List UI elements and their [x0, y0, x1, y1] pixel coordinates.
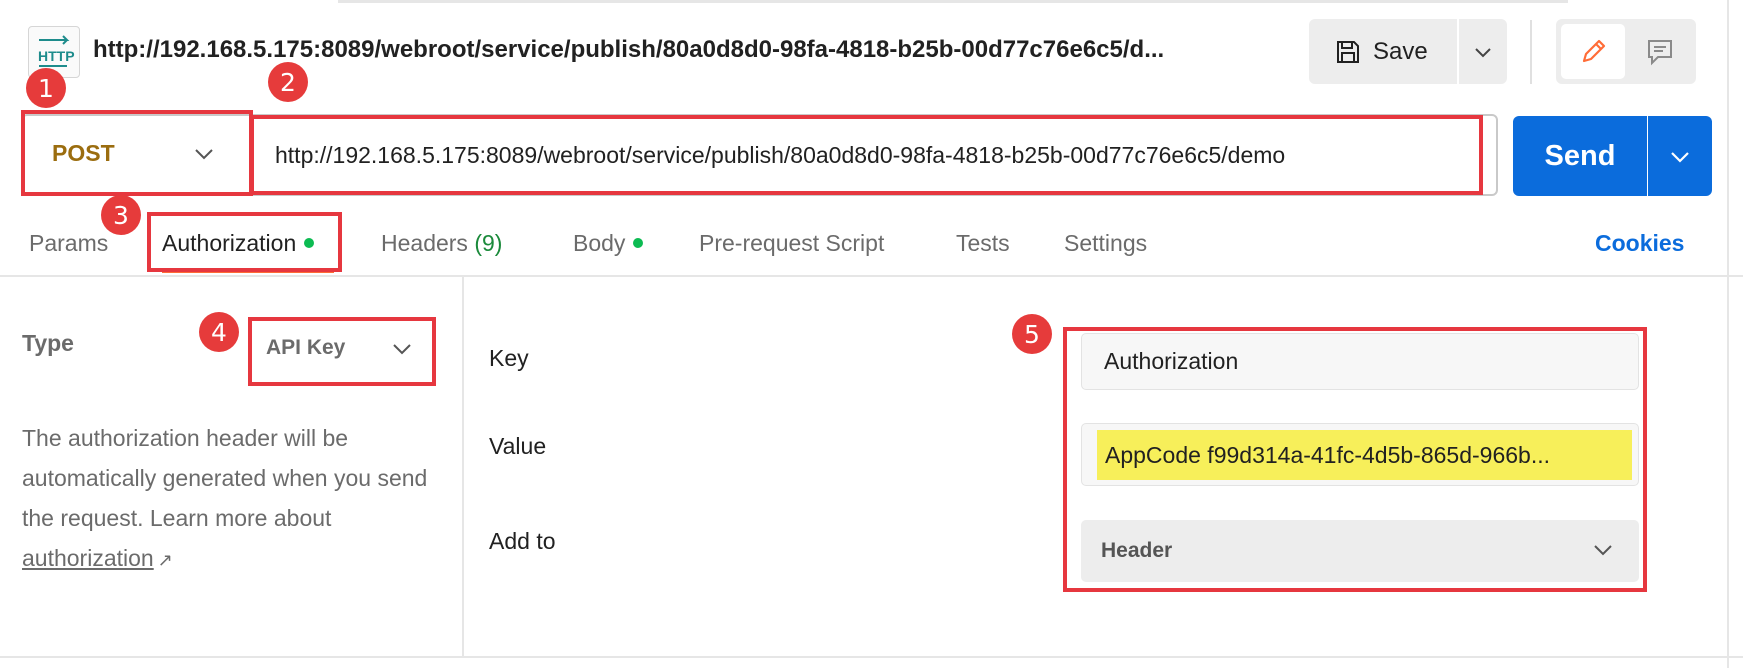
tabs-divider: [0, 275, 1743, 277]
right-edge-divider: [1727, 0, 1729, 668]
auth-description-text: The authorization header will be automat…: [22, 425, 428, 531]
cookies-link[interactable]: Cookies: [1595, 230, 1684, 257]
annotation-badge-3: 3: [101, 195, 141, 235]
value-label: Value: [489, 433, 547, 459]
comment-icon: [1648, 39, 1672, 65]
bottom-divider: [0, 656, 1743, 658]
annotation-badge-1: 1: [26, 68, 66, 108]
tab-headers-label: Headers: [381, 230, 468, 256]
active-dot-icon: [633, 237, 644, 248]
save-label: Save: [1373, 37, 1428, 65]
annotation-box-4: [248, 317, 436, 386]
panel-divider: [462, 277, 464, 657]
http-icon-text: HTTP: [38, 48, 75, 64]
save-button[interactable]: Save: [1309, 19, 1457, 84]
comments-button[interactable]: [1628, 24, 1692, 79]
header-divider: [1530, 20, 1532, 84]
tab-body[interactable]: Body: [573, 230, 644, 257]
edit-mode-button[interactable]: [1561, 24, 1625, 79]
chevron-down-icon: [1475, 47, 1491, 57]
pencil-icon: [1582, 39, 1606, 62]
save-icon: [1337, 40, 1359, 63]
tab-tests[interactable]: Tests: [956, 230, 1010, 257]
auth-type-label: Type: [22, 330, 74, 356]
send-options-button[interactable]: [1648, 116, 1712, 196]
annotation-badge-4: 4: [199, 312, 239, 352]
tab-params[interactable]: Params: [29, 230, 108, 257]
top-divider: [338, 0, 1568, 3]
annotation-badge-2: 2: [268, 62, 308, 102]
send-button[interactable]: Send: [1513, 116, 1647, 196]
tab-headers[interactable]: Headers (9): [381, 230, 502, 257]
auth-description: The authorization header will be automat…: [22, 418, 442, 580]
tab-pre-request-script[interactable]: Pre-request Script: [699, 230, 884, 257]
external-link-icon: ↗: [157, 550, 173, 570]
add-to-label: Add to: [489, 528, 556, 554]
request-title[interactable]: http://192.168.5.175:8089/webroot/servic…: [93, 36, 1164, 64]
annotation-badge-5: 5: [1012, 314, 1052, 354]
annotation-box-1: [21, 110, 253, 196]
annotation-box-3: [147, 212, 342, 272]
annotation-box-2: [250, 115, 1483, 195]
annotation-box-5: [1063, 327, 1647, 592]
tab-settings[interactable]: Settings: [1064, 230, 1147, 257]
chevron-down-icon: [1671, 151, 1689, 163]
save-options-button[interactable]: [1459, 19, 1507, 84]
headers-count: (9): [474, 230, 503, 256]
tab-body-label: Body: [573, 230, 626, 256]
key-label: Key: [489, 345, 529, 371]
authorization-link[interactable]: authorization: [22, 545, 154, 571]
